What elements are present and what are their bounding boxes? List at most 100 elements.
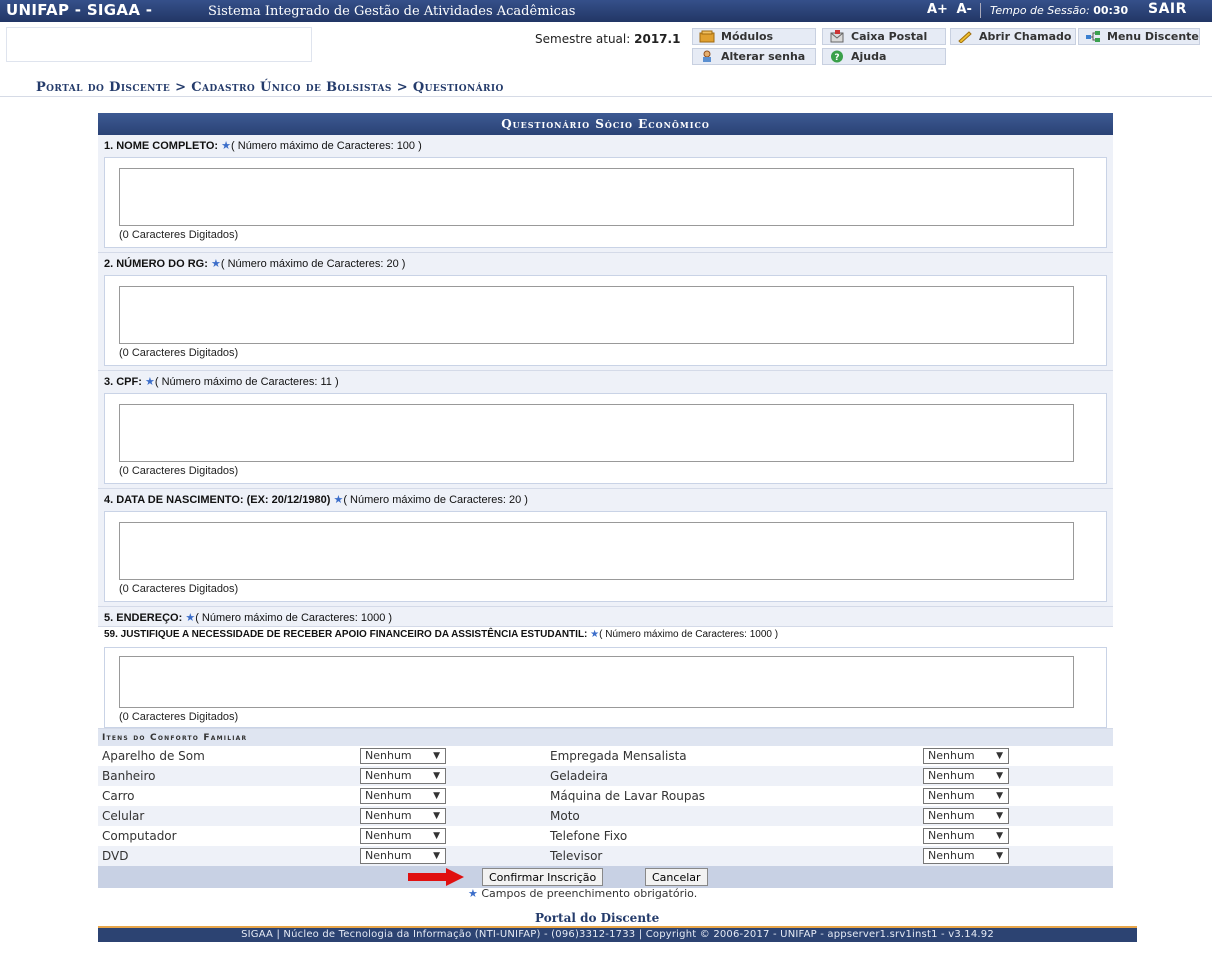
question-input-area: (0 Caracteres Digitados): [104, 511, 1107, 602]
change-password-label: Alterar senha: [721, 50, 806, 63]
required-star-icon: ★: [468, 887, 478, 900]
required-star-icon: ★: [221, 140, 232, 152]
select-value: Nenhum: [928, 749, 975, 762]
char-counter: (0 Caracteres Digitados): [119, 583, 239, 595]
mailbox-button[interactable]: Caixa Postal: [822, 28, 946, 45]
question-input-area: (0 Caracteres Digitados): [104, 157, 1107, 248]
item-label: Banheiro: [102, 769, 156, 783]
form-actions-bar: Confirmar Inscrição Cancelar: [98, 866, 1113, 888]
chevron-down-icon: ▼: [433, 811, 440, 821]
confirm-registration-button[interactable]: Confirmar Inscrição: [482, 868, 604, 886]
item-label: Empregada Mensalista: [550, 749, 687, 763]
open-ticket-label: Abrir Chamado: [979, 30, 1072, 43]
table-row: DVD Nenhum ▼ Televisor Nenhum ▼: [98, 846, 1113, 866]
required-star-icon: ★: [185, 612, 196, 624]
item-quantity-select[interactable]: Nenhum ▼: [923, 748, 1009, 764]
breadcrumb: Portal do Discente > Cadastro Único de B…: [36, 80, 504, 95]
item-label: Celular: [102, 809, 145, 823]
semester-value: 2017.1: [634, 32, 681, 46]
modules-box-icon: [699, 30, 715, 43]
help-label: Ajuda: [851, 50, 887, 63]
item-quantity-select[interactable]: Nenhum ▼: [360, 788, 446, 804]
modules-button[interactable]: Módulos: [692, 28, 816, 45]
question-label: 5. ENDEREÇO: ★( Número máximo de Caracte…: [104, 611, 1107, 626]
font-decrease-button[interactable]: A-: [957, 2, 972, 17]
portal-footer-link[interactable]: Portal do Discente: [535, 911, 659, 925]
item-quantity-select[interactable]: Nenhum ▼: [923, 808, 1009, 824]
question-limit-note: ( Número máximo de Caracteres: 1000 ): [195, 612, 393, 624]
system-name: UNIFAP - SIGAA -: [6, 1, 153, 19]
justification-textarea[interactable]: [119, 656, 1074, 708]
cpf-textarea[interactable]: [119, 404, 1074, 462]
select-value: Nenhum: [928, 789, 975, 802]
select-value: Nenhum: [365, 789, 412, 802]
question-label: 3. CPF: ★( Número máximo de Caracteres: …: [104, 375, 1107, 391]
item-quantity-select[interactable]: Nenhum ▼: [923, 848, 1009, 864]
item-quantity-select[interactable]: Nenhum ▼: [923, 828, 1009, 844]
question-limit-note: ( Número máximo de Caracteres: 20 ): [343, 494, 528, 506]
question-input-area: (0 Caracteres Digitados): [104, 393, 1107, 484]
chevron-down-icon: ▼: [996, 831, 1003, 841]
char-counter: (0 Caracteres Digitados): [119, 347, 239, 359]
question-block: 5. ENDEREÇO: ★( Número máximo de Caracte…: [98, 607, 1113, 627]
chevron-down-icon: ▼: [433, 771, 440, 781]
mailbox-label: Caixa Postal: [851, 30, 928, 43]
table-row: Computador Nenhum ▼ Telefone Fixo Nenhum ▼: [98, 826, 1113, 846]
chevron-down-icon: ▼: [433, 751, 440, 761]
chevron-down-icon: ▼: [996, 811, 1003, 821]
question-title: 5. ENDEREÇO:: [104, 612, 183, 624]
question-limit-note: ( Número máximo de Caracteres: 11 ): [154, 376, 339, 388]
chevron-down-icon: ▼: [433, 831, 440, 841]
item-quantity-select[interactable]: Nenhum ▼: [360, 748, 446, 764]
required-star-icon: ★: [210, 258, 221, 270]
session-timer: Tempo de Sessão: 00:30: [990, 4, 1128, 17]
current-semester: Semestre atual: 2017.1: [535, 32, 680, 46]
header-divider: [980, 3, 981, 18]
session-time: 00:30: [1093, 4, 1129, 17]
full-name-textarea[interactable]: [119, 168, 1074, 226]
student-menu-button[interactable]: Menu Discente: [1078, 28, 1200, 45]
student-menu-icon: [1085, 30, 1101, 43]
cancel-button[interactable]: Cancelar: [645, 868, 708, 886]
ticket-pencil-icon: [957, 30, 973, 43]
item-quantity-select[interactable]: Nenhum ▼: [923, 788, 1009, 804]
question-label: 2. NÚMERO DO RG: ★( Número máximo de Car…: [104, 257, 1107, 273]
item-label: Telefone Fixo: [550, 829, 628, 843]
logout-button[interactable]: SAIR: [1148, 1, 1187, 17]
required-fields-text: Campos de preenchimento obrigatório.: [481, 887, 698, 900]
item-quantity-select[interactable]: Nenhum ▼: [360, 768, 446, 784]
top-header-bar: UNIFAP - SIGAA - Sistema Integrado de Ge…: [0, 0, 1212, 22]
rg-number-textarea[interactable]: [119, 286, 1074, 344]
font-size-controls: A+ A-: [927, 2, 976, 17]
table-row: Carro Nenhum ▼ Máquina de Lavar Roupas Nenhu…: [98, 786, 1113, 806]
font-increase-button[interactable]: A+: [927, 2, 948, 17]
question-input-area: (0 Caracteres Digitados): [104, 275, 1107, 366]
char-counter: (0 Caracteres Digitados): [119, 711, 239, 723]
change-password-button[interactable]: Alterar senha: [692, 48, 816, 65]
item-quantity-select[interactable]: Nenhum ▼: [360, 808, 446, 824]
question-title: 1. NOME COMPLETO:: [104, 140, 219, 152]
chevron-down-icon: ▼: [996, 751, 1003, 761]
footer-bar: SIGAA | Núcleo de Tecnologia da Informaç…: [98, 926, 1137, 942]
open-ticket-button[interactable]: Abrir Chamado: [950, 28, 1076, 45]
item-label: Máquina de Lavar Roupas: [550, 789, 706, 803]
questionnaire-panel: Questionário Sócio Econômico 1. NOME COM…: [98, 113, 1113, 888]
item-label: Moto: [550, 809, 580, 823]
chevron-down-icon: ▼: [433, 791, 440, 801]
question-block: 1. NOME COMPLETO: ★( Número máximo de Ca…: [98, 135, 1113, 253]
select-value: Nenhum: [928, 809, 975, 822]
items-section-header: Itens do Conforto Familiar: [98, 729, 1113, 746]
required-star-icon: ★: [144, 376, 155, 388]
item-label: Geladeira: [550, 769, 608, 783]
item-quantity-select[interactable]: Nenhum ▼: [923, 768, 1009, 784]
birth-date-textarea[interactable]: [119, 522, 1074, 580]
question-block: 2. NÚMERO DO RG: ★( Número máximo de Car…: [98, 253, 1113, 371]
item-label: Carro: [102, 789, 135, 803]
item-label: Computador: [102, 829, 177, 843]
select-value: Nenhum: [365, 749, 412, 762]
svg-text:?: ?: [834, 53, 839, 63]
item-quantity-select[interactable]: Nenhum ▼: [360, 828, 446, 844]
help-button[interactable]: ? Ajuda: [822, 48, 946, 65]
mailbox-icon: [829, 30, 845, 43]
item-quantity-select[interactable]: Nenhum ▼: [360, 848, 446, 864]
